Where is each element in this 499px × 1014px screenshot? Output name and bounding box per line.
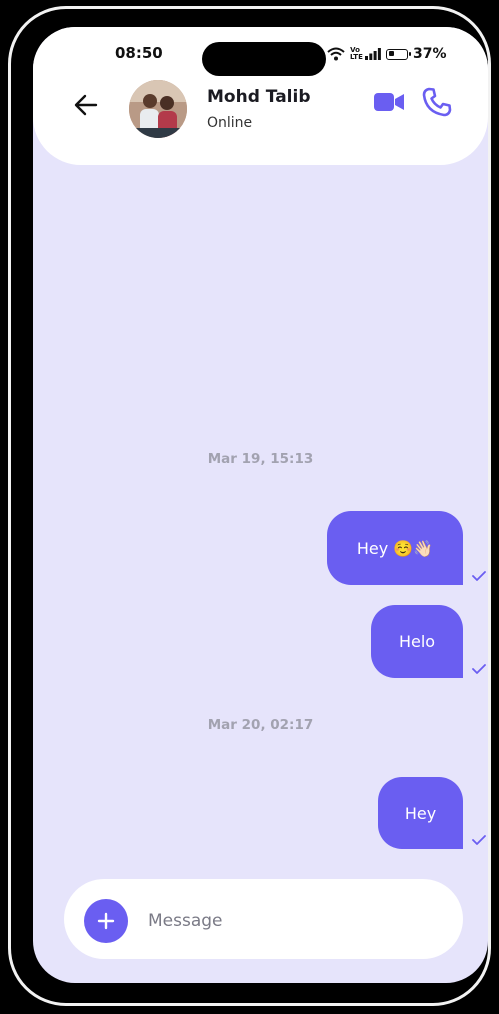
outgoing-message-bubble[interactable]: Helo	[371, 605, 463, 678]
outgoing-message-bubble[interactable]: Hey ☺️👋🏻	[327, 511, 463, 585]
battery-percent: 37%	[413, 46, 447, 62]
message-text: Helo	[398, 632, 436, 651]
voice-call-button[interactable]	[422, 87, 452, 117]
outgoing-message-bubble[interactable]: Hey	[378, 777, 463, 849]
date-divider: Mar 20, 02:17	[207, 717, 314, 733]
video-camera-icon	[374, 93, 404, 111]
status-icons: Vo LTE 37%	[327, 45, 447, 63]
chat-header: 08:50 Vo LTE 37% Mohd Talib Online	[33, 27, 488, 165]
wifi-icon	[327, 47, 345, 61]
battery-fill	[388, 51, 395, 56]
signal-icon	[365, 48, 381, 60]
message-input[interactable]	[146, 901, 440, 941]
volte-label: Vo LTE	[350, 46, 363, 61]
chat-screen: 08:50 Vo LTE 37% Mohd Talib Online Mar 1…	[33, 27, 488, 983]
phone-icon	[422, 87, 452, 117]
contact-name: Mohd Talib	[207, 87, 311, 107]
contact-status: Online	[207, 115, 253, 131]
sent-check-icon	[472, 835, 486, 845]
contact-avatar[interactable]	[129, 80, 187, 138]
sent-check-icon	[472, 664, 486, 674]
video-call-button[interactable]	[373, 89, 405, 115]
message-composer	[64, 879, 463, 959]
message-text: Hey ☺️👋🏻	[356, 538, 434, 558]
plus-icon	[97, 912, 115, 930]
camera-notch	[202, 42, 326, 76]
add-attachment-button[interactable]	[84, 899, 128, 943]
message-text: Hey	[404, 803, 437, 823]
phone-frame: 08:50 Vo LTE 37% Mohd Talib Online Mar 1…	[8, 6, 491, 1006]
battery-icon	[386, 48, 411, 60]
back-button[interactable]	[71, 90, 101, 120]
arrow-left-icon	[74, 94, 98, 116]
sent-check-icon	[472, 571, 486, 581]
date-divider: Mar 19, 15:13	[207, 451, 314, 467]
avatar-photo	[129, 80, 187, 138]
status-time: 08:50	[115, 44, 163, 62]
